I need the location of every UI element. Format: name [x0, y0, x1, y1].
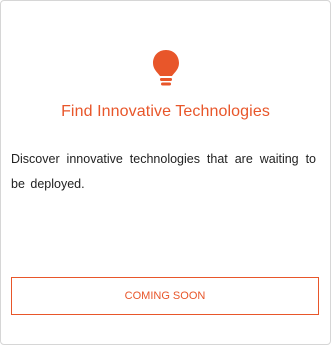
- card-title: Find Innovative Technologies: [61, 103, 270, 120]
- feature-card: Find Innovative Technologies Discover in…: [0, 0, 331, 345]
- coming-soon-button[interactable]: COMING SOON: [11, 277, 319, 315]
- card-description: Discover innovative technologies that ar…: [11, 152, 316, 191]
- lightbulb-icon: [151, 48, 181, 88]
